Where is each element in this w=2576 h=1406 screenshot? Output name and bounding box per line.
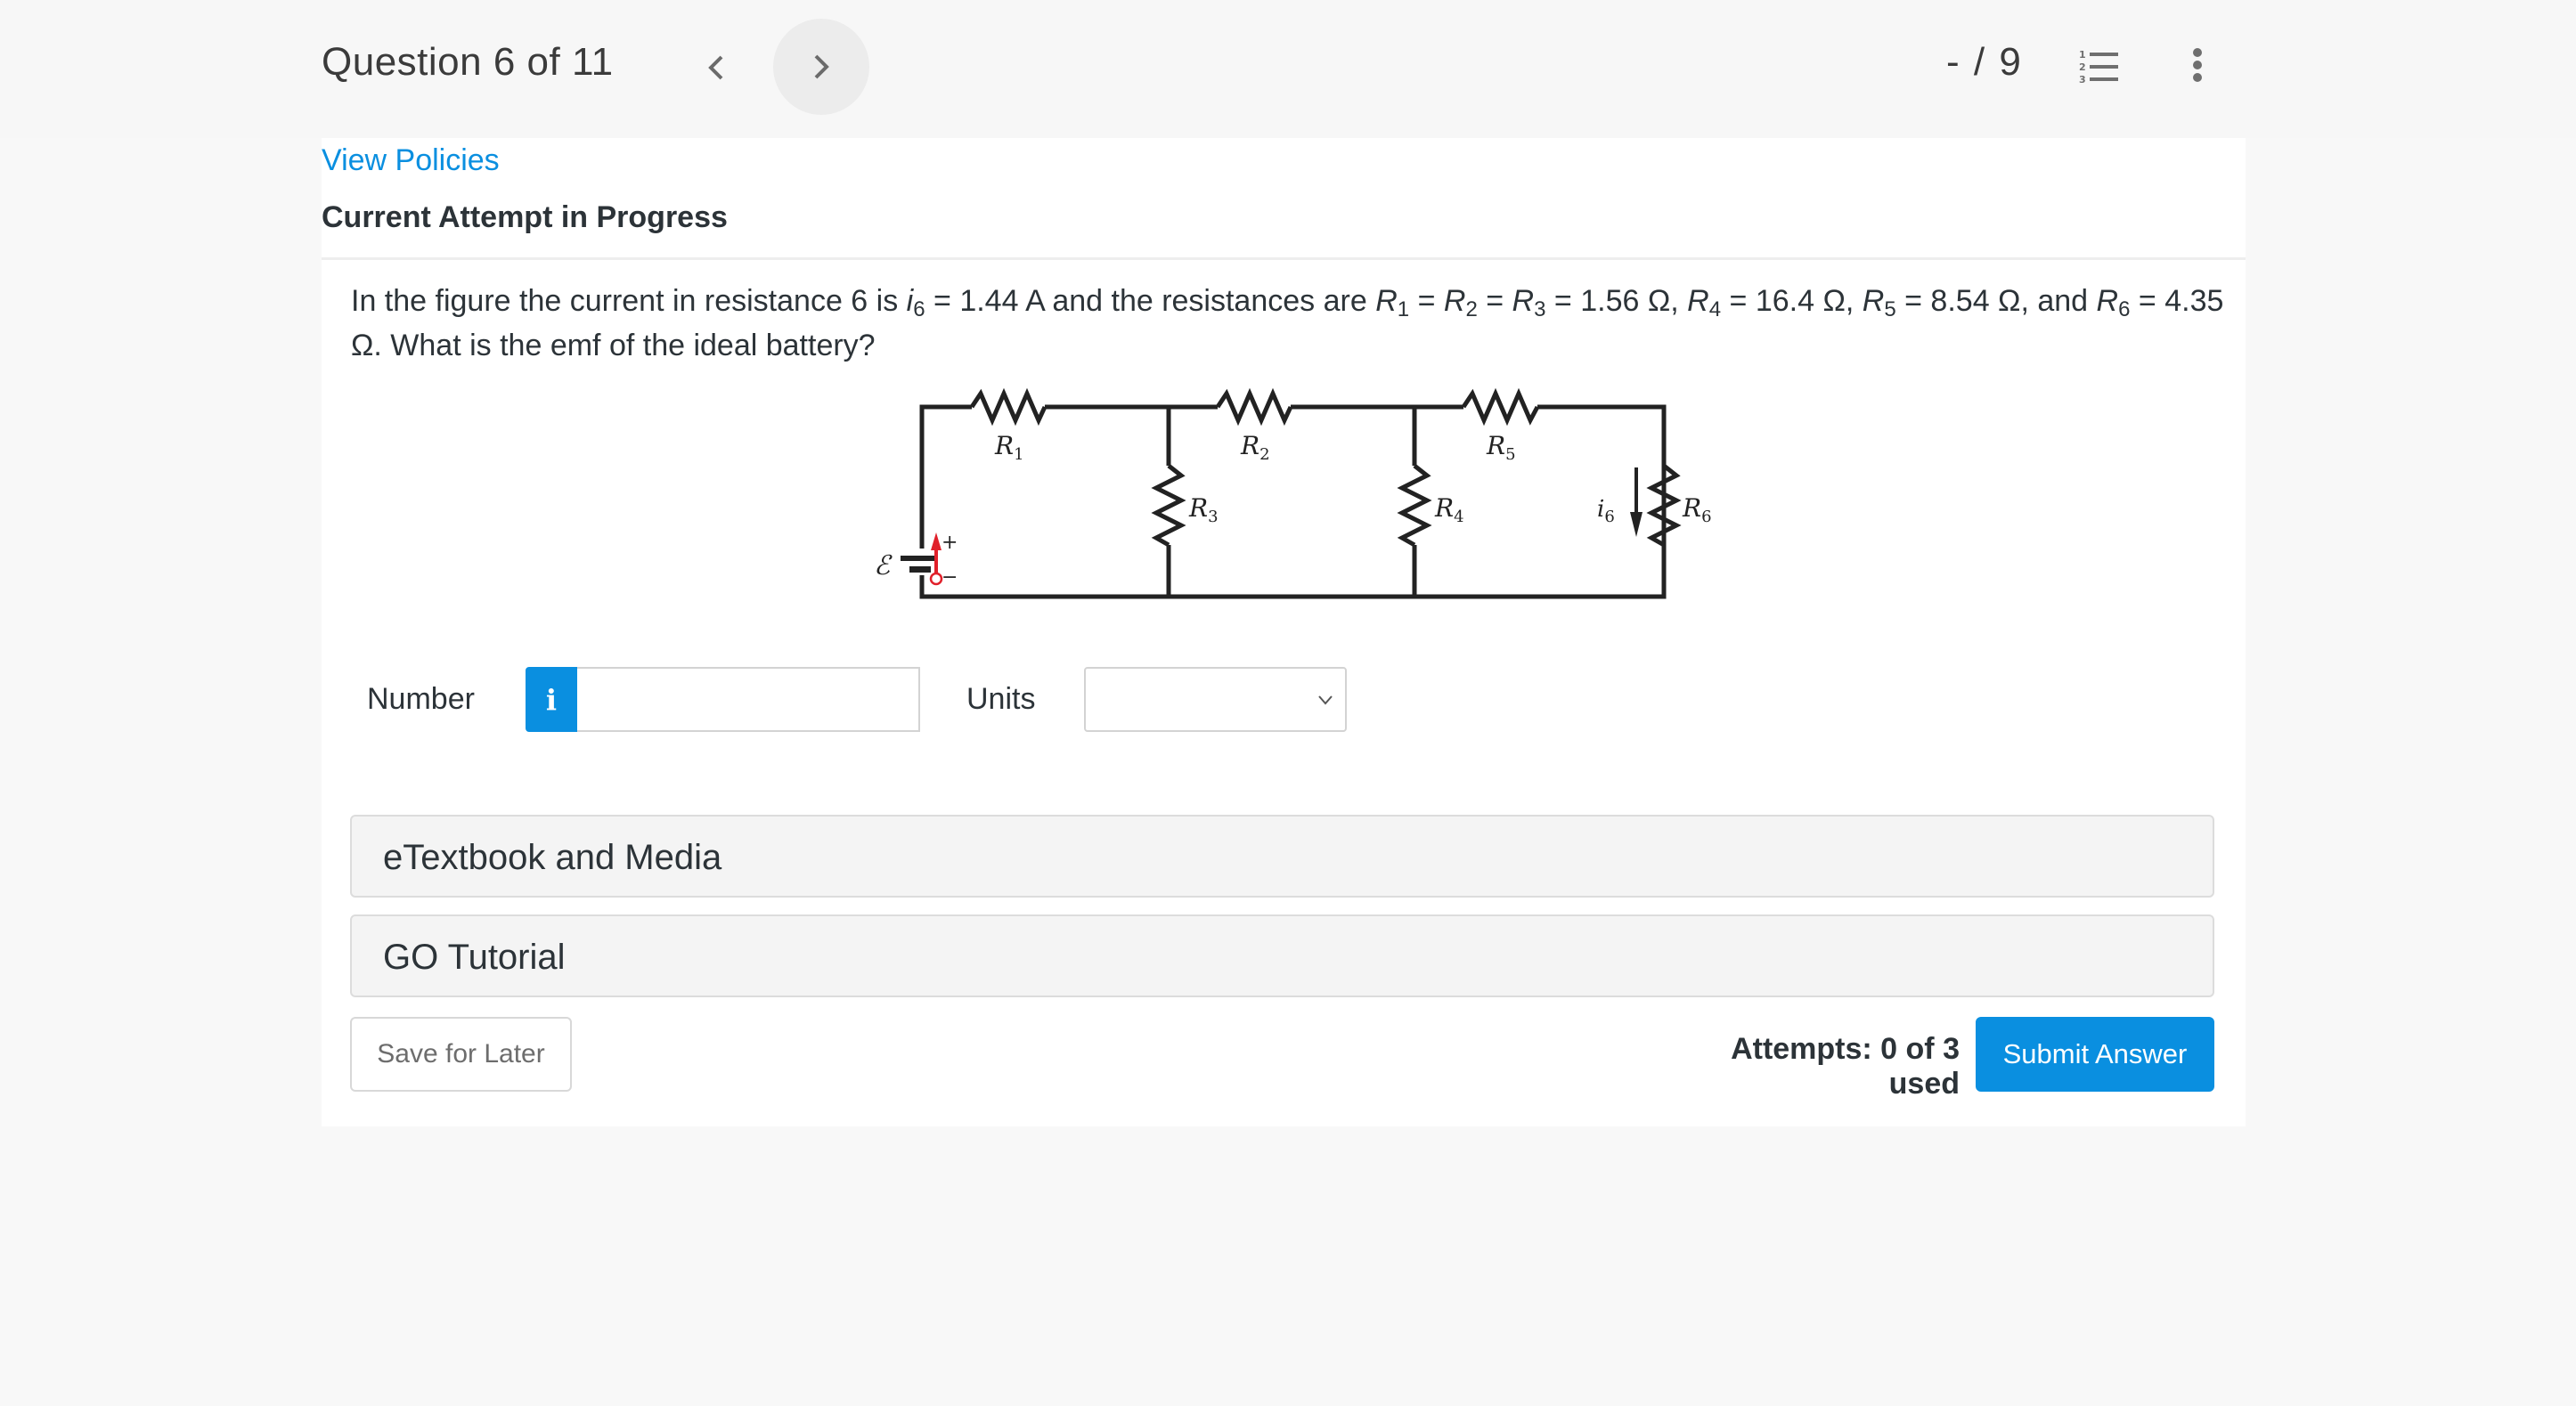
- resistor-r1: [969, 387, 1048, 427]
- submit-answer-button[interactable]: Submit Answer: [1976, 1017, 2214, 1092]
- etextbook-media-accordion[interactable]: eTextbook and Media: [350, 815, 2214, 898]
- svg-text:i6: i6: [1597, 496, 1615, 526]
- attempts-counter: Attempts: 0 of 3 used: [1731, 1032, 1960, 1101]
- svg-text:1: 1: [2079, 49, 2086, 61]
- svg-text:3: 3: [2079, 74, 2086, 85]
- question-text: In the figure the current in resistance …: [351, 284, 2224, 362]
- accordion-label: GO Tutorial: [383, 938, 566, 977]
- label-plus: +: [942, 532, 958, 554]
- resistor-r5: [1461, 387, 1540, 427]
- units-label: Units: [966, 682, 1036, 716]
- svg-text:R1: R1: [994, 431, 1024, 464]
- svg-text:R3: R3: [1188, 493, 1219, 526]
- current-arrow-i6: [1630, 512, 1643, 537]
- battery-short-plate: [909, 566, 931, 573]
- numbered-list-icon: 1 2 3: [2079, 49, 2118, 85]
- resistor-r2: [1215, 387, 1293, 427]
- save-for-later-button[interactable]: Save for Later: [350, 1017, 572, 1092]
- battery-long-plate: [901, 556, 938, 561]
- attempt-status-heading: Current Attempt in Progress: [322, 200, 728, 234]
- go-tutorial-accordion[interactable]: GO Tutorial: [350, 914, 2214, 997]
- view-policies-link[interactable]: View Policies: [322, 143, 500, 178]
- resistor-r3: [1151, 464, 1186, 548]
- score-display: - / 9: [1946, 40, 2023, 84]
- next-question-button[interactable]: [773, 19, 869, 115]
- wire-left-top: [919, 404, 972, 549]
- svg-text:R2: R2: [1240, 431, 1270, 464]
- question-list-button[interactable]: 1 2 3: [2079, 48, 2120, 85]
- chevron-left-icon: [708, 55, 723, 80]
- info-icon: i: [545, 682, 558, 717]
- number-label: Number: [367, 682, 475, 716]
- previous-question-button[interactable]: [691, 20, 741, 116]
- circuit-figure: ℰ + − R1 R2 R5 R3 R4 R6 i6: [874, 387, 1712, 599]
- accordion-label: eTextbook and Media: [383, 838, 722, 877]
- more-options-button[interactable]: [2186, 46, 2209, 87]
- wire-left-bottom: [919, 404, 1667, 599]
- question-card: View Policies Current Attempt in Progres…: [322, 138, 2246, 1126]
- chevron-down-icon: [1318, 695, 1333, 705]
- svg-text:2: 2: [2079, 61, 2086, 73]
- units-select[interactable]: [1084, 667, 1347, 732]
- resistor-r4: [1397, 464, 1432, 548]
- label-minus: −: [942, 566, 958, 589]
- svg-text:R4: R4: [1434, 493, 1464, 526]
- question-counter: Question 6 of 11: [322, 40, 614, 84]
- top-bar: Question 6 of 11 - / 9 1 2 3: [0, 0, 2576, 138]
- emf-arrow-red: [931, 532, 942, 550]
- info-button[interactable]: i: [526, 667, 577, 732]
- svg-text:R5: R5: [1486, 431, 1516, 464]
- divider: [322, 257, 2246, 260]
- svg-text:R6: R6: [1682, 493, 1712, 526]
- label-emf: ℰ: [874, 550, 893, 581]
- number-input[interactable]: [577, 667, 920, 732]
- chevron-right-icon: [814, 54, 829, 79]
- kebab-menu-icon: [2193, 48, 2202, 82]
